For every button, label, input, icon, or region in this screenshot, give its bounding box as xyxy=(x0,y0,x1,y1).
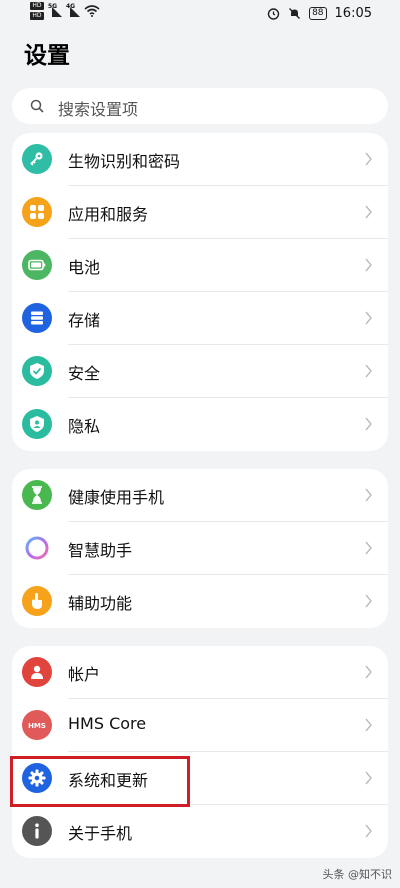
storage-icon xyxy=(22,303,52,333)
battery-level: 88 xyxy=(309,7,327,20)
chevron-right-icon xyxy=(365,258,372,272)
hms-icon: HMS xyxy=(22,710,52,740)
mute-bell-icon xyxy=(289,8,301,19)
chevron-right-icon xyxy=(365,771,372,785)
alarm-icon xyxy=(267,8,280,20)
settings-item-label: 健康使用手机 xyxy=(68,488,165,507)
settings-item-label: HMS Core xyxy=(68,714,147,733)
hand-icon xyxy=(22,586,52,616)
person-icon xyxy=(22,657,52,687)
hourglass-icon xyxy=(22,480,52,510)
search-icon xyxy=(30,99,44,113)
chevron-right-icon xyxy=(365,718,372,732)
apps-grid-icon xyxy=(22,197,52,227)
settings-item-label: 存储 xyxy=(68,311,101,330)
chevron-right-icon xyxy=(365,824,372,838)
settings-item-label: 应用和服务 xyxy=(68,205,149,224)
settings-item-label: 关于手机 xyxy=(68,824,133,843)
search-placeholder: 搜索设置项 xyxy=(58,100,139,119)
info-icon xyxy=(22,816,52,846)
settings-item-privacy[interactable]: 隐私 xyxy=(12,398,388,451)
settings-item-digital-balance[interactable]: 健康使用手机 xyxy=(12,469,388,522)
chevron-right-icon xyxy=(365,541,372,555)
chevron-right-icon xyxy=(365,364,372,378)
settings-item-label: 生物识别和密码 xyxy=(68,152,181,171)
search-bar[interactable]: 搜索设置项 xyxy=(12,88,388,124)
chevron-right-icon xyxy=(365,152,372,166)
watermark: 头条 @知不识 xyxy=(322,868,393,881)
wifi-icon xyxy=(84,5,100,17)
svg-text:HMS: HMS xyxy=(28,722,46,730)
assistant-ring-icon xyxy=(22,533,52,563)
settings-item-battery[interactable]: 电池 xyxy=(12,239,388,292)
chevron-right-icon xyxy=(365,205,372,219)
signal-icon-1: 5G xyxy=(48,3,62,17)
settings-item-label: 隐私 xyxy=(68,417,101,436)
clock: 16:05 xyxy=(334,6,372,21)
chevron-right-icon xyxy=(365,488,372,502)
hd-badge-1: HD xyxy=(30,2,44,10)
page-title: 设置 xyxy=(24,43,70,69)
shield-check-icon xyxy=(22,356,52,386)
settings-item-label: 智慧助手 xyxy=(68,541,133,560)
settings-item-account[interactable]: 帐户 xyxy=(12,646,388,699)
battery-icon xyxy=(22,250,52,280)
key-icon xyxy=(22,144,52,174)
privacy-shield-icon xyxy=(22,409,52,439)
chevron-right-icon xyxy=(365,417,372,431)
settings-item-storage[interactable]: 存储 xyxy=(12,292,388,345)
settings-item-label: 帐户 xyxy=(68,665,101,684)
settings-item-label: 辅助功能 xyxy=(68,594,133,613)
highlight-box xyxy=(10,756,190,807)
settings-item-label: 电池 xyxy=(68,258,101,277)
signal-icon-2: 4G xyxy=(66,3,80,17)
settings-item-hms-core[interactable]: HMS HMS Core xyxy=(12,699,388,752)
settings-group-3: 帐户 HMS HMS Core 系统和更新 关于手机 xyxy=(12,646,388,858)
status-bar: HD HD 5G 4G 88 16:05 xyxy=(0,0,400,30)
settings-item-label: 安全 xyxy=(68,364,101,383)
settings-group-2: 健康使用手机 智慧助手 辅助功能 xyxy=(12,469,388,628)
hd-badge-2: HD xyxy=(30,12,44,20)
chevron-right-icon xyxy=(365,311,372,325)
chevron-right-icon xyxy=(365,594,372,608)
settings-item-biometrics[interactable]: 生物识别和密码 xyxy=(12,133,388,186)
settings-group-1: 生物识别和密码 应用和服务 电池 存储 安全 隐私 xyxy=(12,133,388,451)
chevron-right-icon xyxy=(365,665,372,679)
settings-item-about-phone[interactable]: 关于手机 xyxy=(12,805,388,858)
settings-item-apps[interactable]: 应用和服务 xyxy=(12,186,388,239)
settings-item-accessibility[interactable]: 辅助功能 xyxy=(12,575,388,628)
settings-item-security[interactable]: 安全 xyxy=(12,345,388,398)
settings-item-assistant[interactable]: 智慧助手 xyxy=(12,522,388,575)
